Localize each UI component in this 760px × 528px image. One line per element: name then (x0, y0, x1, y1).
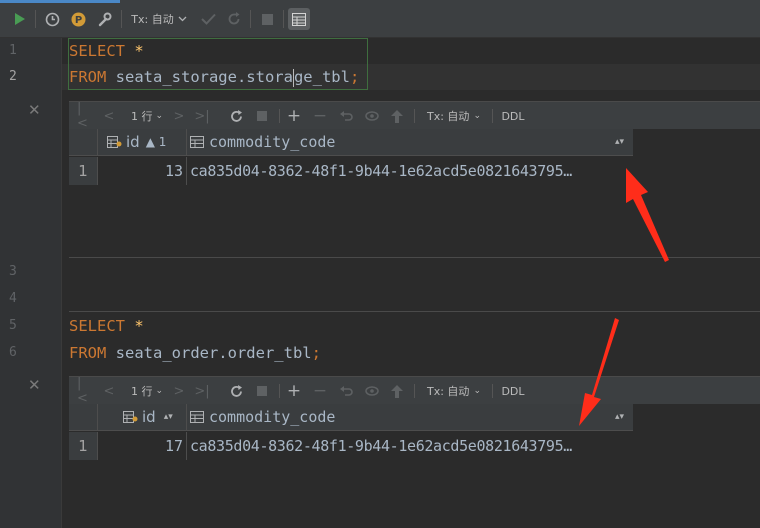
red-arrow-annotation (626, 168, 669, 262)
annotation-overlay (579, 168, 669, 426)
red-arrow-annotation (579, 318, 619, 426)
